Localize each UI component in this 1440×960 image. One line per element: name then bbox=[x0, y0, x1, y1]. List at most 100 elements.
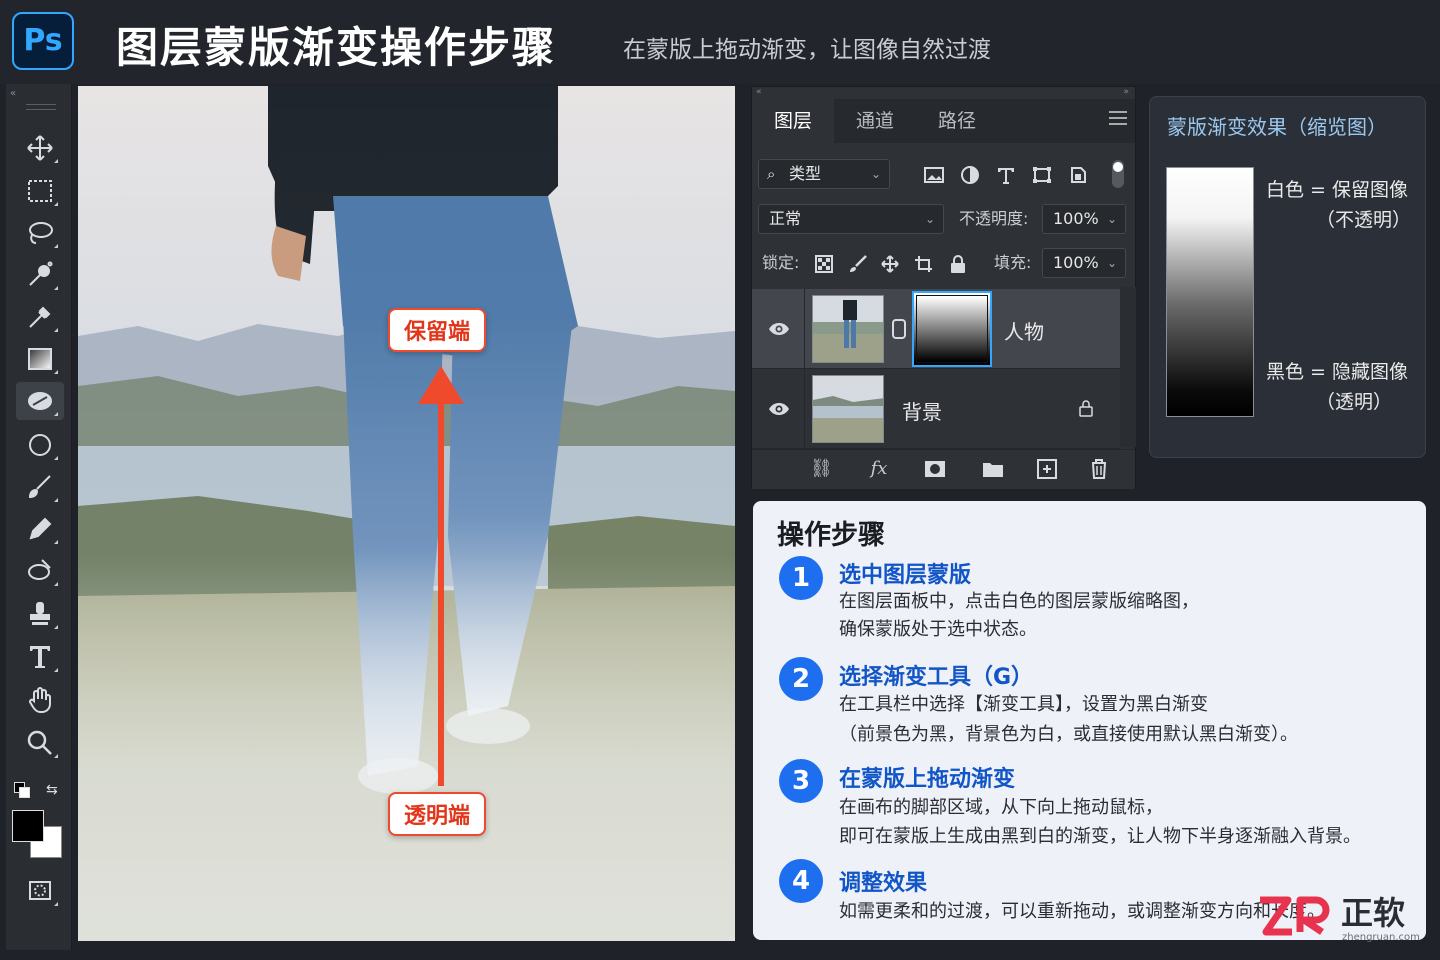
mask-link-icon[interactable] bbox=[892, 319, 906, 339]
step-4-line-1: 如需更柔和的过渡，可以重新拖动，或调整渐变方向和长度。 bbox=[839, 901, 1325, 922]
filter-kind-dropdown[interactable]: ⌕ 类型 ⌄ bbox=[758, 159, 890, 189]
layer-thumbnail-person[interactable] bbox=[812, 295, 884, 363]
document-canvas[interactable]: 保留端 透明端 bbox=[78, 86, 735, 941]
smart-object-filter-icon[interactable] bbox=[1068, 166, 1088, 184]
tab-paths[interactable]: 路径 bbox=[916, 99, 998, 143]
panel-expand-button[interactable]: » bbox=[1123, 87, 1129, 97]
chevron-down-icon: ⌄ bbox=[870, 167, 881, 181]
pixel-filter-icon[interactable] bbox=[924, 166, 944, 184]
lock-position-icon[interactable] bbox=[880, 255, 900, 273]
delete-layer-trash-icon[interactable] bbox=[1088, 458, 1110, 480]
layer-style-fx-button[interactable]: fx bbox=[868, 458, 890, 480]
hand-tool-icon[interactable] bbox=[16, 681, 64, 719]
lock-image-pixels-icon[interactable] bbox=[848, 255, 868, 273]
tab-layers[interactable]: 图层 bbox=[752, 99, 834, 143]
layers-panel: « » 图层 通道 路径 ⌕ 类型 ⌄ 正常 ⌄ 不透明度: 100% ⌄ 锁定… bbox=[751, 86, 1136, 489]
step-2-title: 选择渐变工具（G） bbox=[839, 665, 1034, 690]
tab-channels[interactable]: 通道 bbox=[834, 99, 916, 143]
steps-panel: 操作步骤 1 选中图层蒙版 在图层面板中，点击白色的图层蒙版缩略图， 确保蒙版处… bbox=[753, 501, 1426, 940]
step-2-line-2: （前景色为黑，背景色为白，或直接使用默认黑白渐变）。 bbox=[839, 724, 1298, 745]
layer-thumbnail-background[interactable] bbox=[812, 375, 884, 443]
page-title: 图层蒙版渐变操作步骤 bbox=[116, 23, 557, 72]
gradient-tool-icon[interactable] bbox=[16, 340, 64, 378]
watermark: 正软 zhengruan.com bbox=[1256, 888, 1434, 948]
spot-healing-tool-icon[interactable] bbox=[16, 552, 64, 590]
link-layers-icon[interactable]: ⛓ bbox=[810, 458, 833, 480]
layer-row-background[interactable]: 背景 bbox=[752, 369, 1120, 449]
move-tool-icon[interactable] bbox=[16, 129, 64, 167]
add-mask-icon[interactable] bbox=[924, 458, 946, 480]
step-3-line-1: 在画布的脚部区域，从下向上拖动鼠标， bbox=[839, 797, 1163, 818]
opacity-label: 不透明度: bbox=[959, 209, 1029, 228]
ellipse-tool-icon[interactable] bbox=[16, 426, 64, 464]
black-meaning-sub: （透明） bbox=[1316, 391, 1393, 413]
brush-tool-icon[interactable] bbox=[16, 468, 64, 506]
layer-name-background[interactable]: 背景 bbox=[902, 396, 942, 425]
step-3-line-2: 即可在蒙版上生成由黑到白的渐变，让人物下半身逐渐融入背景。 bbox=[839, 826, 1361, 847]
eyedropper-tool-icon[interactable] bbox=[16, 298, 64, 336]
layers-footer: ⛓ fx bbox=[752, 449, 1135, 489]
toolbar-grip[interactable] bbox=[26, 104, 56, 110]
step-3-title: 在蒙版上拖动渐变 bbox=[839, 767, 1016, 792]
step-2-badge: 2 bbox=[779, 657, 823, 701]
foreground-color-swatch[interactable] bbox=[12, 810, 44, 842]
toolbar-collapse-button[interactable]: « bbox=[10, 88, 16, 99]
layer-mask-thumbnail[interactable] bbox=[912, 291, 992, 367]
pencil-tool-icon[interactable] bbox=[16, 510, 64, 548]
watermark-logo-icon bbox=[1260, 896, 1330, 936]
type-filter-icon[interactable] bbox=[996, 166, 1016, 184]
page-subtitle: 在蒙版上拖动渐变，让图像自然过渡 bbox=[623, 37, 991, 63]
adjustment-filter-icon[interactable] bbox=[960, 166, 980, 184]
step-1-line-1: 在图层面板中，点击白色的图层蒙版缩略图， bbox=[839, 591, 1199, 612]
zoom-tool-icon[interactable] bbox=[16, 724, 64, 762]
lock-all-icon[interactable] bbox=[948, 255, 968, 273]
eraser-tool-icon[interactable] bbox=[16, 382, 64, 420]
default-colors-icon[interactable] bbox=[14, 782, 30, 798]
watermark-text: 正软 bbox=[1341, 894, 1406, 932]
type-tool-icon[interactable] bbox=[16, 638, 64, 676]
fill-input[interactable]: 100% ⌄ bbox=[1042, 248, 1126, 278]
layer-row-person[interactable]: 人物 bbox=[752, 289, 1120, 369]
white-meaning-sub: （不透明） bbox=[1316, 209, 1412, 231]
panel-tabs: 图层 通道 路径 bbox=[752, 99, 1135, 143]
lasso-tool-icon[interactable] bbox=[16, 214, 64, 252]
visibility-eye-icon[interactable] bbox=[768, 322, 790, 336]
photoshop-logo: Ps bbox=[12, 12, 74, 70]
stamp-tool-icon[interactable] bbox=[16, 595, 64, 633]
quick-selection-tool-icon[interactable] bbox=[16, 256, 64, 294]
layer-lock-icon[interactable] bbox=[1078, 399, 1094, 417]
filter-toggle-switch[interactable] bbox=[1112, 160, 1124, 188]
blend-mode-dropdown[interactable]: 正常 ⌄ bbox=[758, 204, 944, 234]
new-group-folder-icon[interactable] bbox=[982, 458, 1004, 480]
layer-name-person[interactable]: 人物 bbox=[1004, 316, 1044, 345]
marquee-tool-icon[interactable] bbox=[16, 172, 64, 210]
lock-label: 锁定: bbox=[762, 253, 800, 272]
new-layer-icon[interactable] bbox=[1036, 458, 1058, 480]
step-1-line-2: 确保蒙版处于选中状态。 bbox=[839, 619, 1037, 640]
black-meaning-label: 黑色 = 隐藏图像 bbox=[1266, 361, 1408, 383]
panel-collapse-button[interactable]: « bbox=[756, 87, 762, 97]
step-3-badge: 3 bbox=[779, 759, 823, 803]
chevron-down-icon: ⌄ bbox=[1106, 256, 1117, 270]
lock-row: 锁定: 填充: 100% ⌄ bbox=[752, 241, 1135, 285]
mask-preview-panel: 蒙版渐变效果（缩览图） 白色 = 保留图像 （不透明） 黑色 = 隐藏图像 （透… bbox=[1149, 96, 1426, 458]
step-4-title: 调整效果 bbox=[839, 871, 928, 896]
quick-mask-icon[interactable] bbox=[16, 872, 64, 910]
shape-filter-icon[interactable] bbox=[1032, 166, 1052, 184]
layers-scrollbar[interactable] bbox=[1120, 287, 1136, 447]
transparent-end-label: 透明端 bbox=[388, 792, 487, 836]
opacity-input[interactable]: 100% ⌄ bbox=[1042, 204, 1126, 234]
lock-transparent-pixels-icon[interactable] bbox=[814, 255, 834, 273]
step-1-title: 选中图层蒙版 bbox=[839, 563, 972, 588]
step-1-badge: 1 bbox=[779, 556, 823, 600]
visibility-eye-icon[interactable] bbox=[768, 402, 790, 416]
lock-artboard-icon[interactable] bbox=[914, 255, 934, 273]
tools-panel: « ⇆ bbox=[6, 84, 72, 950]
steps-title: 操作步骤 bbox=[777, 520, 885, 551]
step-2-line-1: 在工具栏中选择【渐变工具】，设置为黑白渐变 bbox=[839, 694, 1208, 715]
search-icon: ⌕ bbox=[767, 165, 776, 183]
step-4-badge: 4 bbox=[779, 859, 823, 903]
swap-colors-icon[interactable]: ⇆ bbox=[46, 782, 62, 798]
mask-gradient-preview bbox=[1166, 167, 1254, 417]
panel-menu-icon[interactable] bbox=[1109, 111, 1127, 125]
